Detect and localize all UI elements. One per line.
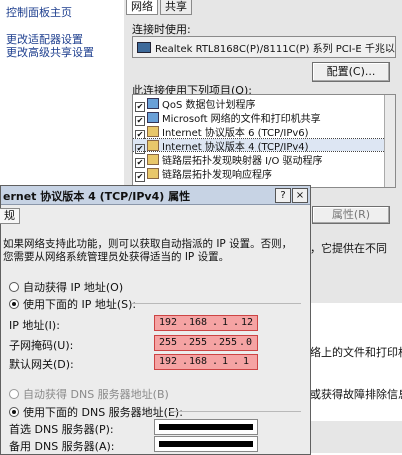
configure-button[interactable]: 配置(C)...	[312, 62, 390, 82]
help-panel	[309, 303, 402, 421]
change-advanced-sharing-link[interactable]: 更改高级共享设置	[6, 44, 94, 60]
item-label: Microsoft 网络的文件和打印机共享	[162, 114, 321, 125]
subnet-mask-label: 子网掩码(U):	[9, 339, 74, 352]
tab-sharing[interactable]: 共享	[160, 0, 192, 15]
group-divider	[131, 303, 301, 304]
control-panel-home-link[interactable]: 控制面板主页	[6, 4, 72, 20]
list-item[interactable]: ✔ 链路层拓扑发现响应程序	[135, 167, 272, 182]
connect-using-label: 连接时使用:	[132, 23, 191, 36]
radio-static-dns[interactable]: 使用下面的 DNS 服务器地址(E):	[9, 404, 183, 420]
radio-icon[interactable]	[9, 389, 19, 399]
radio-icon[interactable]	[9, 282, 19, 292]
file-share-icon	[147, 112, 159, 123]
subnet-mask-input[interactable]: 255. 255. 255. 0	[154, 335, 258, 351]
radio-auto-ip[interactable]: 自动获得 IP 地址(O)	[9, 279, 123, 295]
list-scrollbar[interactable]	[384, 95, 395, 187]
network-adapter-icon	[137, 42, 151, 53]
item-label: QoS 数据包计划程序	[162, 100, 256, 111]
help-text: 络上的文件和打印机，	[310, 346, 402, 359]
group-divider	[169, 411, 301, 412]
protocol-icon	[147, 154, 159, 165]
adapter-box: Realtek RTL8168C(P)/8111C(P) 系列 PCI-E 千兆…	[132, 36, 396, 58]
list-item[interactable]: ✔ Microsoft 网络的文件和打印机共享	[135, 111, 321, 126]
control-panel-sidebar: 控制面板主页 更改适配器设置 更改高级共享设置	[0, 0, 124, 190]
list-item[interactable]: ✔ QoS 数据包计划程序	[135, 97, 256, 112]
description-fragment: ，它提供在不同	[310, 242, 387, 255]
close-button[interactable]: ×	[292, 188, 308, 203]
radio-auto-dns[interactable]: 自动获得 DNS 服务器地址(B)	[9, 386, 169, 402]
protocol-icon	[147, 126, 159, 137]
dialog-titlebar[interactable]: ernet 协议版本 4 (TCP/IPv4) 属性 ? ×	[1, 186, 310, 205]
help-button[interactable]: ?	[275, 188, 291, 203]
radio-static-ip[interactable]: 使用下面的 IP 地址(S):	[9, 296, 136, 312]
connection-items-list[interactable]: ✔ QoS 数据包计划程序 ✔ Microsoft 网络的文件和打印机共享 ✔ Int…	[132, 94, 396, 188]
ipv4-properties-dialog: ernet 协议版本 4 (TCP/IPv4) 属性 ? × 规 如果网络支持此…	[0, 185, 311, 455]
tab-networking[interactable]: 网络	[126, 0, 158, 15]
item-label: Internet 协议版本 6 (TCP/IPv6)	[162, 128, 309, 139]
item-label: 链路层拓扑发现响应程序	[162, 170, 272, 181]
radio-selected-icon[interactable]	[9, 299, 19, 309]
dialog-title: ernet 协议版本 4 (TCP/IPv4) 属性	[3, 190, 191, 203]
qos-icon	[147, 98, 159, 109]
ip-address-input[interactable]: 192. 168. 1. 12	[154, 315, 258, 331]
redaction-bar	[159, 441, 253, 447]
redaction-bar	[159, 424, 253, 430]
default-gateway-label: 默认网关(D):	[9, 358, 74, 371]
alternate-dns-label: 备用 DNS 服务器(A):	[9, 440, 115, 453]
protocol-icon	[147, 168, 159, 179]
adapter-name: Realtek RTL8168C(P)/8111C(P) 系列 PCI-E 千兆…	[155, 44, 395, 55]
help-text: 或获得故障排除信息。	[310, 388, 402, 401]
radio-selected-icon[interactable]	[9, 407, 19, 417]
item-label: Internet 协议版本 4 (TCP/IPv4)	[162, 142, 309, 153]
default-gateway-input[interactable]: 192. 168. 1. 1	[154, 354, 258, 370]
properties-button[interactable]: 属性(R)	[312, 206, 390, 224]
alternate-dns-input[interactable]	[154, 436, 258, 452]
description-line: 您需要从网络系统管理员处获得适当的 IP 设置。	[3, 251, 230, 263]
preferred-dns-input[interactable]	[154, 419, 258, 435]
protocol-icon	[147, 140, 159, 151]
list-item[interactable]: ✔ 链路层拓扑发现映射器 I/O 驱动程序	[135, 153, 323, 168]
list-item-selected[interactable]: ✔ Internet 协议版本 4 (TCP/IPv4)	[133, 138, 394, 154]
list-item[interactable]: ✔ Internet 协议版本 6 (TCP/IPv6)	[135, 125, 309, 140]
ip-address-label: IP 地址(I):	[9, 319, 60, 332]
preferred-dns-label: 首选 DNS 服务器(P):	[9, 423, 114, 436]
checkbox[interactable]: ✔	[135, 172, 145, 182]
tab-general[interactable]: 规	[0, 208, 20, 224]
item-label: 链路层拓扑发现映射器 I/O 驱动程序	[162, 156, 323, 167]
